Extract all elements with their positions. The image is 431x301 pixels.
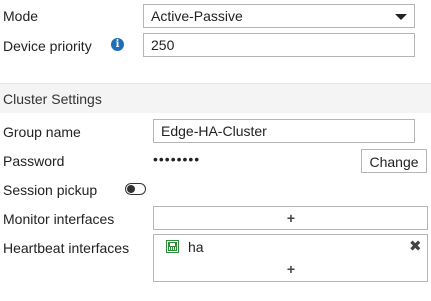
toggle-knob <box>127 185 135 193</box>
mode-select[interactable]: Active-Passive <box>143 4 415 28</box>
mode-select-value: Active-Passive <box>151 8 243 24</box>
network-port-icon <box>166 240 179 253</box>
heartbeat-interface-item: ha <box>188 239 204 255</box>
mode-label: Mode <box>3 8 39 24</box>
password-mask: •••••••• <box>153 151 201 167</box>
change-password-button[interactable]: Change <box>361 149 427 173</box>
device-priority-label: Device priority <box>3 38 92 54</box>
session-pickup-toggle[interactable] <box>125 183 146 195</box>
group-name-input[interactable]: Edge-HA-Cluster <box>153 119 415 143</box>
password-label: Password <box>3 153 65 169</box>
add-monitor-interface-icon[interactable]: + <box>285 211 297 225</box>
group-name-label: Group name <box>3 124 81 140</box>
chevron-down-icon <box>395 14 407 20</box>
device-priority-input[interactable]: 250 <box>143 33 415 57</box>
add-heartbeat-interface-icon[interactable]: + <box>285 262 297 276</box>
section-title: Cluster Settings <box>3 91 102 107</box>
device-priority-value: 250 <box>151 37 175 53</box>
cluster-settings-header: Cluster Settings <box>0 83 431 113</box>
monitor-interfaces-label: Monitor interfaces <box>3 211 115 227</box>
info-icon[interactable]: i <box>111 38 124 51</box>
session-pickup-label: Session pickup <box>3 182 98 198</box>
group-name-value: Edge-HA-Cluster <box>161 123 267 139</box>
heartbeat-interfaces-label: Heartbeat interfaces <box>3 240 130 256</box>
close-icon[interactable]: ✖ <box>409 239 422 255</box>
monitor-interfaces-field[interactable]: + <box>153 206 428 230</box>
